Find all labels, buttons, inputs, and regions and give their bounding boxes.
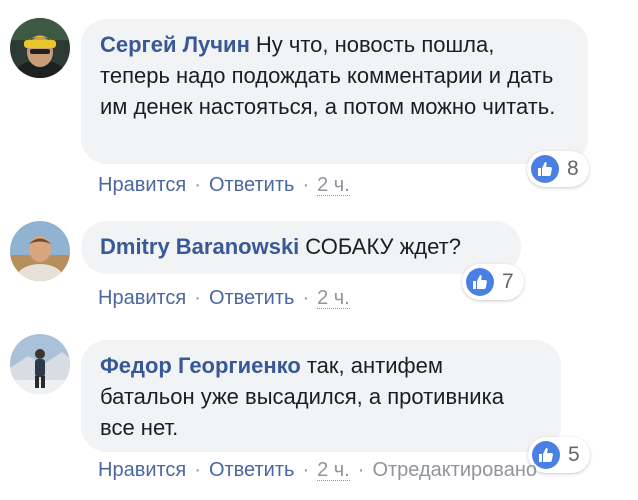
reaction-badge[interactable]: 8 xyxy=(527,151,589,187)
timestamp[interactable]: 2 ч. xyxy=(317,460,350,481)
comment-bubble: Федор Георгиенко так, антифем батальон уж… xyxy=(81,340,561,452)
reaction-count: 5 xyxy=(568,443,580,466)
comment-actions: Нравится · Ответить · 2 ч. · Отредактиро… xyxy=(98,459,537,482)
reaction-count: 8 xyxy=(567,157,579,180)
reaction-badge[interactable]: 5 xyxy=(528,437,590,473)
reaction-badge[interactable]: 7 xyxy=(462,264,524,300)
separator: · xyxy=(302,174,310,196)
comment-bubble: Сергей Лучин Ну что, новость пошла, тепер… xyxy=(81,19,588,164)
reply-link[interactable]: Ответить xyxy=(209,459,295,482)
timestamp[interactable]: 2 ч. xyxy=(317,288,350,309)
separator: · xyxy=(302,287,310,309)
author-name[interactable]: Федор Георгиенко xyxy=(100,353,301,378)
separator: · xyxy=(357,459,365,481)
separator: · xyxy=(194,459,201,481)
separator: · xyxy=(194,287,201,309)
thumbs-up-icon xyxy=(531,155,559,183)
avatar[interactable] xyxy=(10,334,70,394)
comment-bubble: Dmitry Baranowski СОБАКУ ждет? xyxy=(81,221,521,274)
comment-actions: Нравится · Ответить · 2 ч. xyxy=(98,287,350,310)
thumbs-up-icon xyxy=(466,268,494,296)
like-link[interactable]: Нравится xyxy=(98,459,186,482)
comment-actions: Нравится · Ответить · 2 ч. xyxy=(98,174,350,197)
avatar[interactable] xyxy=(10,18,70,78)
author-name[interactable]: Dmitry Baranowski xyxy=(100,234,299,259)
reply-link[interactable]: Ответить xyxy=(209,287,295,310)
avatar[interactable] xyxy=(10,221,70,281)
comment-text: СОБАКУ ждет? xyxy=(305,234,461,259)
like-link[interactable]: Нравится xyxy=(98,287,186,310)
reply-link[interactable]: Ответить xyxy=(209,174,295,197)
separator: · xyxy=(302,459,310,481)
edited-label[interactable]: Отредактировано xyxy=(372,459,537,482)
reaction-count: 7 xyxy=(502,270,514,293)
separator: · xyxy=(194,174,201,196)
like-link[interactable]: Нравится xyxy=(98,174,186,197)
timestamp[interactable]: 2 ч. xyxy=(317,175,350,196)
author-name[interactable]: Сергей Лучин xyxy=(100,32,250,57)
